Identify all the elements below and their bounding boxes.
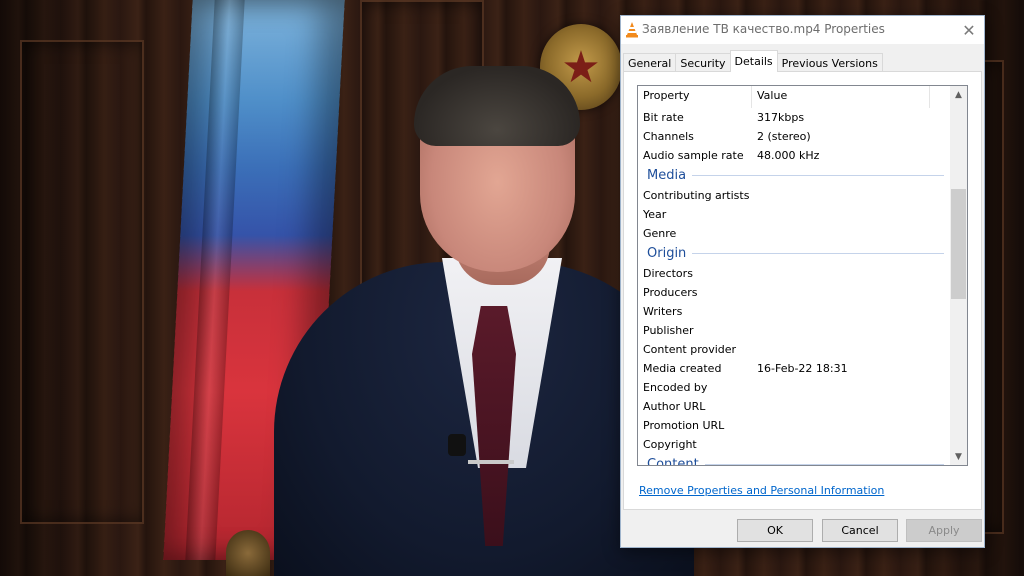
property-name: Audio sample rate xyxy=(643,149,744,162)
list-row[interactable]: Contributing artists xyxy=(638,186,950,205)
list-row[interactable]: Bit rate 317kbps xyxy=(638,108,950,127)
list-row[interactable]: Copyright xyxy=(638,435,950,454)
property-value xyxy=(752,186,757,205)
property-value xyxy=(752,397,757,416)
list-row[interactable]: Producers xyxy=(638,283,950,302)
list-row[interactable]: Channels 2 (stereo) xyxy=(638,127,950,146)
ok-button[interactable]: OK xyxy=(737,519,813,542)
property-value: 48.000 kHz xyxy=(757,149,820,162)
list-row[interactable]: Year xyxy=(638,205,950,224)
tab-general[interactable]: General xyxy=(623,53,677,72)
property-value xyxy=(752,283,757,302)
property-name: Promotion URL xyxy=(643,419,725,432)
property-name: Channels xyxy=(643,130,694,143)
property-name: Producers xyxy=(643,286,698,299)
property-name: Media created xyxy=(643,362,722,375)
desk-ornament xyxy=(226,530,270,576)
wood-panel xyxy=(20,40,144,524)
property-value xyxy=(752,416,757,435)
vlc-cone-icon xyxy=(626,22,638,38)
group-label: Media xyxy=(647,168,687,183)
property-value: 16-Feb-22 18:31 xyxy=(757,362,848,375)
tie-clip xyxy=(468,460,514,464)
property-name: Content provider xyxy=(643,343,737,356)
property-value: 2 (stereo) xyxy=(757,130,811,143)
group-header-origin: Origin xyxy=(638,243,950,264)
window-title: Заявление ТВ качество.mp4 Properties xyxy=(642,22,885,36)
close-icon: ✕ xyxy=(962,20,976,40)
property-name: Writers xyxy=(643,305,683,318)
property-value: 317kbps xyxy=(757,111,805,124)
column-header-property[interactable]: Property xyxy=(638,86,752,108)
property-value xyxy=(752,340,757,359)
list-row[interactable]: Writers xyxy=(638,302,950,321)
cancel-button[interactable]: Cancel xyxy=(822,519,898,542)
person-hair xyxy=(414,66,580,146)
details-list[interactable]: Property Value Bit rate 317kbps Channels… xyxy=(637,85,968,466)
group-header-content: Content xyxy=(638,454,950,466)
list-row[interactable]: Content provider xyxy=(638,340,950,359)
tab-security[interactable]: Security xyxy=(675,53,731,72)
list-row[interactable]: Promotion URL xyxy=(638,416,950,435)
scroll-up-icon[interactable]: ▲ xyxy=(950,86,967,103)
property-name: Genre xyxy=(643,227,677,240)
property-value xyxy=(752,264,757,283)
property-value xyxy=(752,378,757,397)
scroll-down-icon[interactable]: ▼ xyxy=(950,448,967,465)
group-label: Content xyxy=(647,457,699,466)
scroll-thumb[interactable] xyxy=(951,189,966,299)
property-value xyxy=(752,321,757,340)
property-name: Author URL xyxy=(643,400,706,413)
property-name: Directors xyxy=(643,267,693,280)
list-row[interactable]: Media created 16-Feb-22 18:31 xyxy=(638,359,950,378)
group-divider xyxy=(692,175,944,176)
property-name: Year xyxy=(643,208,667,221)
tab-details[interactable]: Details xyxy=(729,50,778,72)
vertical-scrollbar[interactable]: ▲ ▼ xyxy=(950,86,967,465)
property-value xyxy=(752,302,757,321)
group-divider xyxy=(704,464,944,465)
property-name: Contributing artists xyxy=(643,189,750,202)
property-name: Encoded by xyxy=(643,381,708,394)
apply-button[interactable]: Apply xyxy=(906,519,982,542)
list-row[interactable]: Publisher xyxy=(638,321,950,340)
list-row[interactable]: Audio sample rate 48.000 kHz xyxy=(638,146,950,165)
list-header: Property Value xyxy=(638,86,950,108)
list-row[interactable]: Encoded by xyxy=(638,378,950,397)
property-value xyxy=(752,205,757,224)
group-label: Origin xyxy=(647,246,687,261)
property-name: Bit rate xyxy=(643,111,684,124)
lapel-microphone xyxy=(448,434,466,456)
tab-strip: General Security Details Previous Versio… xyxy=(623,50,883,72)
property-name: Copyright xyxy=(643,438,697,451)
property-value xyxy=(752,435,757,454)
property-name: Publisher xyxy=(643,324,694,337)
list-row[interactable]: Directors xyxy=(638,264,950,283)
column-header-value[interactable]: Value xyxy=(752,86,930,108)
details-tab-page: Property Value Bit rate 317kbps Channels… xyxy=(623,71,982,510)
group-header-media: Media xyxy=(638,165,950,186)
properties-dialog: Заявление ТВ качество.mp4 Properties ✕ G… xyxy=(620,15,985,548)
close-button[interactable]: ✕ xyxy=(954,16,984,44)
list-row[interactable]: Author URL xyxy=(638,397,950,416)
list-rows: Bit rate 317kbps Channels 2 (stereo) Aud… xyxy=(638,108,950,466)
property-value xyxy=(752,224,757,243)
tab-previous-versions[interactable]: Previous Versions xyxy=(776,53,883,72)
remove-properties-link[interactable]: Remove Properties and Personal Informati… xyxy=(639,484,884,497)
list-row[interactable]: Genre xyxy=(638,224,950,243)
group-divider xyxy=(692,253,944,254)
title-bar[interactable]: Заявление ТВ качество.mp4 Properties ✕ xyxy=(621,16,984,44)
